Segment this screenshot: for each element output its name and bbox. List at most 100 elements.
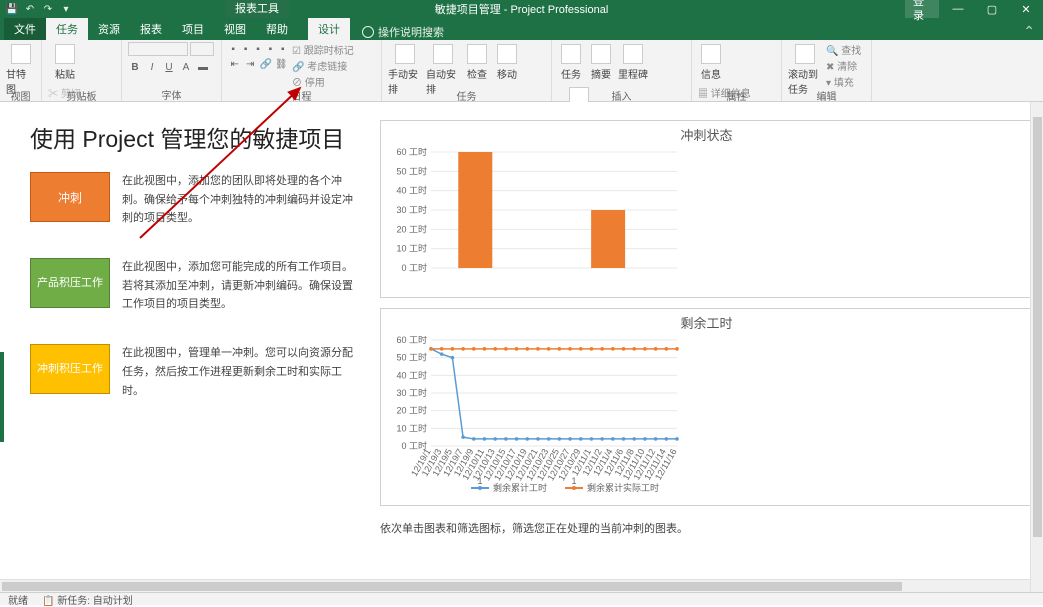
quick-access-toolbar: 💾 ↶ ↷ ▾ xyxy=(0,3,72,15)
redo-icon[interactable]: ↷ xyxy=(42,3,54,15)
italic-icon[interactable]: I xyxy=(145,60,159,74)
font-size-select[interactable] xyxy=(190,42,214,56)
info-label: 信息 xyxy=(701,66,721,81)
svg-text:20 工时: 20 工时 xyxy=(396,405,427,416)
link-icon[interactable]: 🔗 xyxy=(259,57,273,71)
respect-label: 跟踪时标记 xyxy=(304,46,354,57)
svg-text:剩余累计工时: 剩余累计工时 xyxy=(493,482,547,493)
find-button[interactable]: 🔍 查找 xyxy=(826,42,861,57)
card-sprint[interactable]: 冲刺 xyxy=(30,172,110,222)
tab-report[interactable]: 报表 xyxy=(130,18,172,40)
pct25-icon[interactable]: ▪ xyxy=(240,42,250,56)
move-label: 移动 xyxy=(497,66,517,81)
pct0-icon[interactable]: ▪ xyxy=(228,42,238,56)
fill-color-icon[interactable]: ▬ xyxy=(196,60,210,74)
font-color-icon[interactable]: A xyxy=(179,60,193,74)
group-insert-label: 插入 xyxy=(558,88,685,100)
chart-remaining-work[interactable]: 剩余工时 0 工时10 工时20 工时30 工时40 工时50 工时60 工时1… xyxy=(380,308,1033,506)
tab-task[interactable]: 任务 xyxy=(46,18,88,40)
clear-label: 清除 xyxy=(837,62,857,73)
card-sprint-backlog[interactable]: 冲刺积压工作 xyxy=(30,344,110,394)
auto-icon xyxy=(433,44,453,64)
tab-file[interactable]: 文件 xyxy=(4,18,46,40)
unlink-icon[interactable]: ⛓ xyxy=(275,57,289,71)
task-icon xyxy=(561,44,581,64)
underline-icon[interactable]: U xyxy=(162,60,176,74)
title-bar: 💾 ↶ ↷ ▾ 报表工具 敏捷项目管理 - Project Profession… xyxy=(0,0,1043,18)
ribbon-tabs: 文件 任务 资源 报表 项目 视图 帮助 设计 操作说明搜索 ⌃ xyxy=(0,18,1043,40)
summary-icon xyxy=(591,44,611,64)
find-label: 查找 xyxy=(841,46,861,57)
task-insert-button[interactable]: 任务 xyxy=(558,42,584,81)
milestone-icon xyxy=(623,44,643,64)
footer-note: 依次单击图表和筛选图标，筛选您正在处理的当前冲刺的图表。 xyxy=(380,520,1033,536)
ribbon-collapse-icon[interactable]: ⌃ xyxy=(1023,23,1043,40)
tab-help[interactable]: 帮助 xyxy=(256,18,298,40)
hscroll-thumb[interactable] xyxy=(2,582,902,591)
consider-links-button[interactable]: 🔗 考虑链接 xyxy=(292,58,354,73)
close-icon[interactable]: ✕ xyxy=(1009,0,1043,18)
group-clipboard: 粘贴 ✂ 剪切 ⧉ 复制 🖌 格式刷 剪贴板 xyxy=(42,40,122,101)
deactivate-button[interactable]: ⊘ 停用 xyxy=(292,74,354,89)
save-icon[interactable]: 💾 xyxy=(6,3,18,15)
page-title: 使用 Project 管理您的敏捷项目 xyxy=(30,120,360,154)
paste-button[interactable]: 粘贴 xyxy=(48,42,82,81)
group-properties: 信息 ▦ 详细信息 ▦ 添加到日程 属性 xyxy=(692,40,782,101)
contextual-tab-label: 报表工具 xyxy=(225,0,289,18)
respect-links-button[interactable]: ☑ 跟踪时标记 xyxy=(292,42,354,57)
status-newtask: 📋 新任务: 自动计划 xyxy=(42,592,133,607)
pct75-icon[interactable]: ▪ xyxy=(265,42,275,56)
window-controls: 登录 — ▢ ✕ xyxy=(905,0,1043,18)
pct100-icon[interactable]: ▪ xyxy=(278,42,288,56)
minimize-icon[interactable]: — xyxy=(941,0,975,18)
chart-sprint-status[interactable]: 冲刺状态 0 工时10 工时20 工时30 工时40 工时50 工时60 工时 xyxy=(380,120,1033,298)
card-backlog-label: 产品积压工作 xyxy=(37,276,103,290)
qat-dropdown-icon[interactable]: ▾ xyxy=(60,3,72,15)
svg-text:1: 1 xyxy=(571,476,576,486)
group-properties-label: 属性 xyxy=(698,88,775,100)
vscroll-thumb[interactable] xyxy=(1033,117,1042,537)
horizontal-scrollbar[interactable] xyxy=(0,579,1030,592)
group-editing-label: 编辑 xyxy=(788,88,865,100)
clear-button[interactable]: ✖ 清除 xyxy=(826,58,861,73)
task-label: 任务 xyxy=(561,66,581,81)
tab-resource[interactable]: 资源 xyxy=(88,18,130,40)
indent-icon[interactable]: ⇥ xyxy=(244,57,258,71)
left-tab-strip[interactable] xyxy=(0,352,4,442)
font-family-select[interactable] xyxy=(128,42,188,56)
tab-project[interactable]: 项目 xyxy=(172,18,214,40)
tab-view[interactable]: 视图 xyxy=(214,18,256,40)
outdent-icon[interactable]: ⇤ xyxy=(228,57,242,71)
chart2-svg: 0 工时10 工时20 工时30 工时40 工时50 工时60 工时12/19/… xyxy=(391,336,681,496)
svg-text:10 工时: 10 工时 xyxy=(396,422,427,433)
summary-button[interactable]: 摘要 xyxy=(588,42,614,81)
pct50-icon[interactable]: ▪ xyxy=(253,42,263,56)
group-clipboard-label: 剪贴板 xyxy=(48,88,115,100)
svg-text:40 工时: 40 工时 xyxy=(396,369,427,380)
login-button[interactable]: 登录 xyxy=(905,0,939,18)
card-sprint-label: 冲刺 xyxy=(58,189,82,206)
svg-text:20 工时: 20 工时 xyxy=(396,223,427,234)
card-backlog[interactable]: 产品积压工作 xyxy=(30,258,110,308)
chart2-title: 剩余工时 xyxy=(391,313,1022,332)
move-button[interactable]: 移动 xyxy=(494,42,520,81)
undo-icon[interactable]: ↶ xyxy=(24,3,36,15)
bold-icon[interactable]: B xyxy=(128,60,142,74)
inspect-button[interactable]: 检查 xyxy=(464,42,490,81)
milestone-label: 里程碑 xyxy=(618,66,648,81)
group-font-label: 字体 xyxy=(128,87,215,99)
desc-sprint: 在此视图中，添加您的团队即将处理的各个冲刺。确保给予每个冲刺独特的冲刺编码并设定… xyxy=(122,172,360,228)
tell-me-search[interactable]: 操作说明搜索 xyxy=(362,24,444,40)
vertical-scrollbar[interactable] xyxy=(1030,102,1043,592)
fill-button[interactable]: ▾ 填充 xyxy=(826,74,861,89)
info-button[interactable]: 信息 xyxy=(698,42,724,81)
svg-text:10 工时: 10 工时 xyxy=(396,243,427,254)
group-tasks: 手动安排 自动安排 检查 移动 模式 任务 xyxy=(382,40,552,101)
group-view: 甘特图 视图 xyxy=(0,40,42,101)
svg-text:30 工时: 30 工时 xyxy=(396,204,427,215)
milestone-button[interactable]: 里程碑 xyxy=(618,42,648,81)
tab-design[interactable]: 设计 xyxy=(308,18,350,40)
svg-text:50 工时: 50 工时 xyxy=(396,352,427,363)
gantt-icon xyxy=(11,44,31,64)
maximize-icon[interactable]: ▢ xyxy=(975,0,1009,18)
